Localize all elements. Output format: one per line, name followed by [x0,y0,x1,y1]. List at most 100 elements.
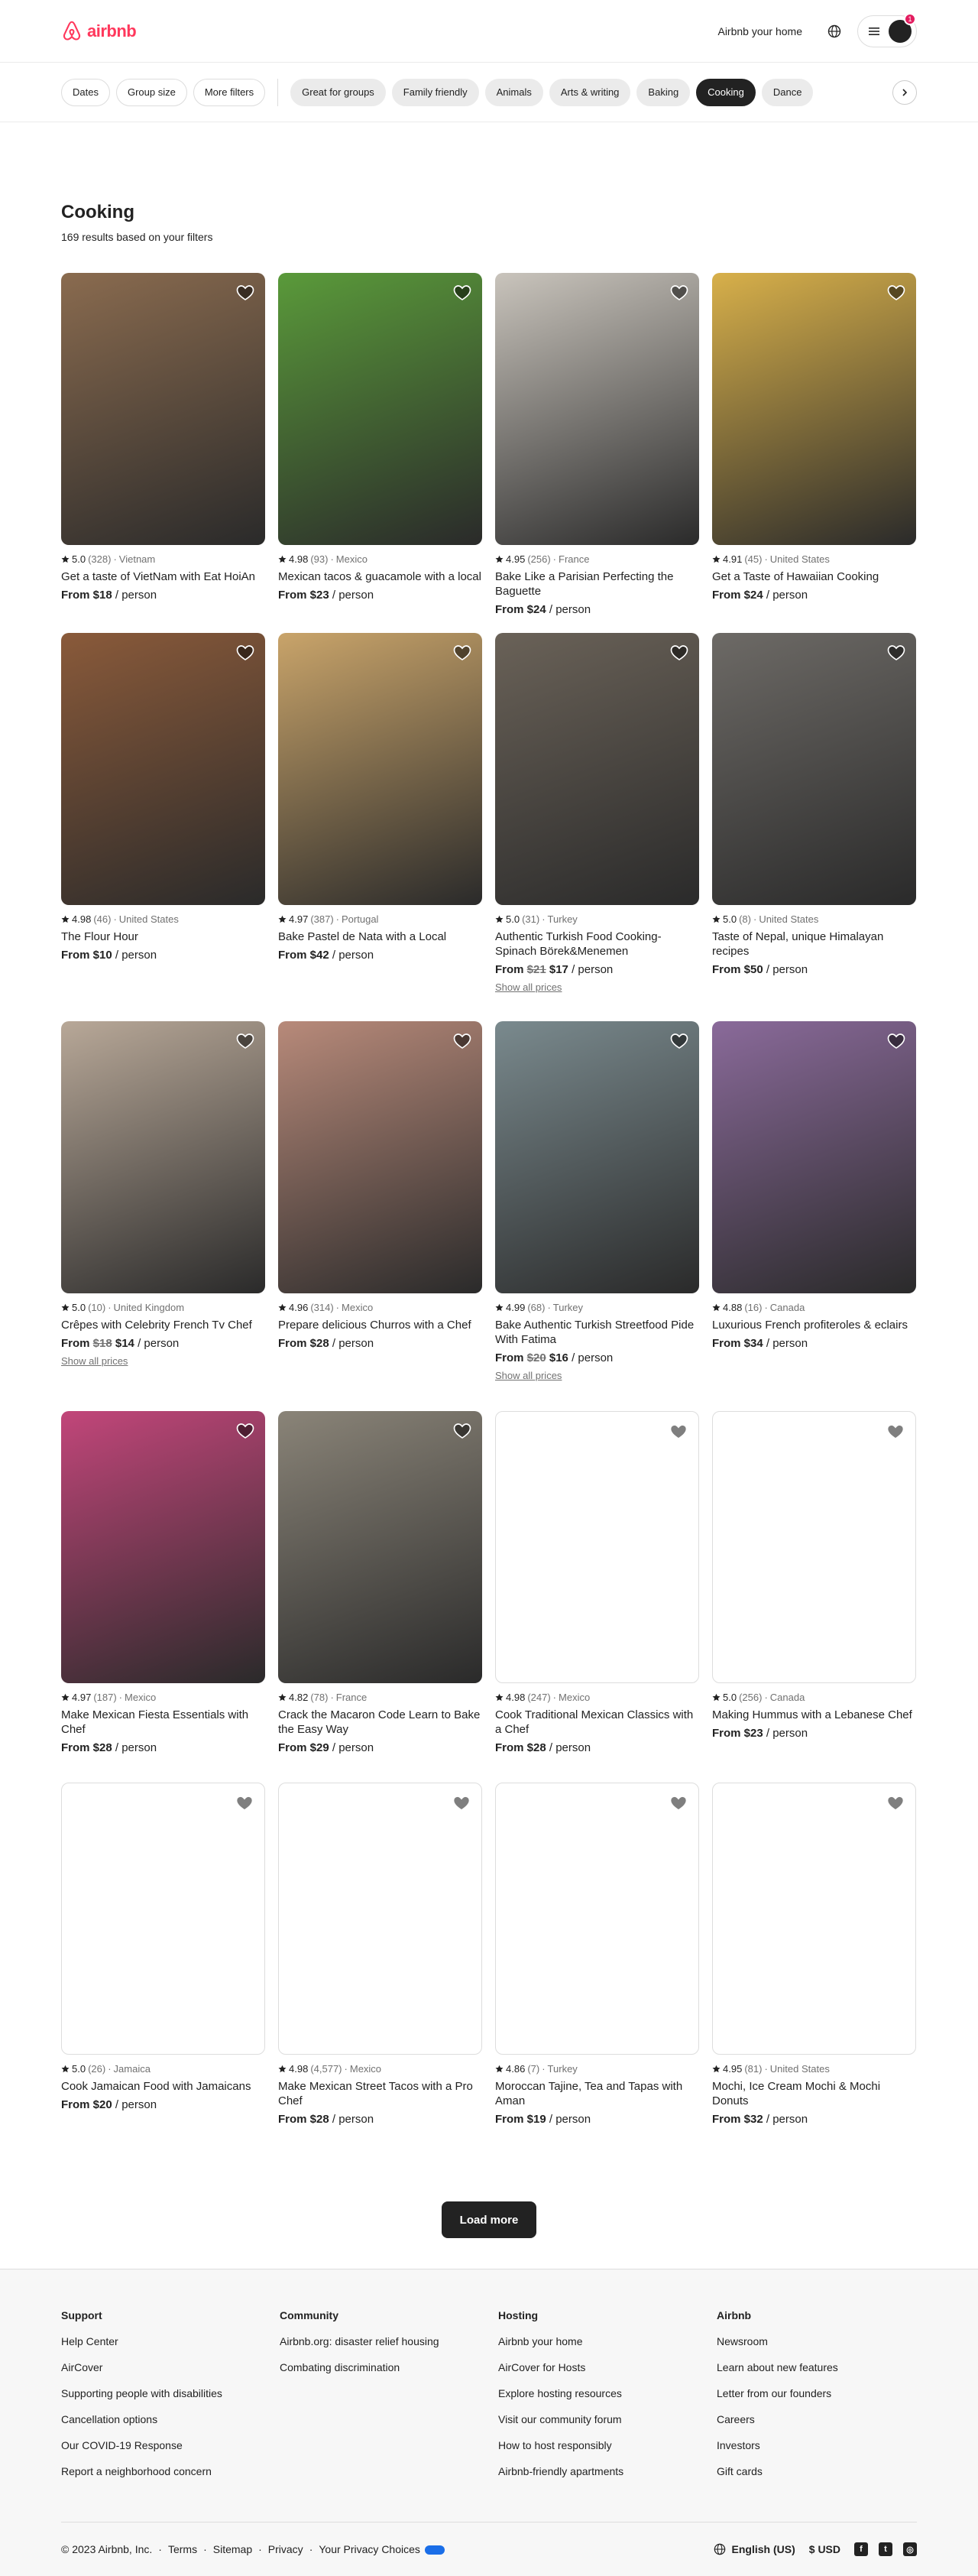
footer-link[interactable]: Airbnb your home [498,2335,698,2347]
terms-link[interactable]: Terms [168,2543,197,2555]
heart-icon[interactable] [670,284,688,302]
listing-photo[interactable] [495,1783,699,2055]
category-family-friendly[interactable]: Family friendly [391,78,479,106]
heart-icon[interactable] [452,1794,471,1812]
listing-card[interactable]: 4.99 (68) · Turkey Bake Authentic Turkis… [495,1021,699,1381]
listing-card[interactable]: 4.86 (7) · Turkey Moroccan Tajine, Tea a… [495,1783,699,2126]
show-all-prices-link[interactable]: Show all prices [495,1370,699,1381]
listing-photo[interactable] [278,273,482,545]
listing-card[interactable]: 4.95 (81) · United States Mochi, Ice Cre… [712,1783,916,2126]
sitemap-link[interactable]: Sitemap [213,2543,252,2555]
listing-card[interactable]: 4.95 (256) · France Bake Like a Parisian… [495,273,699,616]
group-size-filter-button[interactable]: Group size [115,78,187,106]
footer-link[interactable]: Help Center [61,2335,261,2347]
airbnb-logo[interactable]: airbnb [61,20,137,43]
more-filters-button[interactable]: More filters [193,78,266,106]
listing-photo[interactable] [278,633,482,905]
heart-icon[interactable] [887,1032,905,1050]
dates-filter-button[interactable]: Dates [61,78,110,106]
listing-card[interactable]: 5.0 (8) · United States Taste of Nepal, … [712,633,916,993]
footer-link[interactable]: Airbnb-friendly apartments [498,2465,698,2477]
listing-card[interactable]: 4.97 (187) · Mexico Make Mexican Fiesta … [61,1411,265,1754]
instagram-icon[interactable]: ◎ [903,2542,917,2556]
heart-icon[interactable] [453,644,471,662]
footer-link[interactable]: Learn about new features [717,2361,917,2373]
category-arts-writing[interactable]: Arts & writing [549,78,631,106]
show-all-prices-link[interactable]: Show all prices [61,1355,265,1367]
currency-selector[interactable]: $ USD [809,2543,840,2555]
privacy-choices-link[interactable]: Your Privacy Choices [319,2543,445,2555]
airbnb-your-home-link[interactable]: Airbnb your home [708,18,811,45]
footer-link[interactable]: Combating discrimination [280,2361,480,2373]
listing-photo[interactable] [61,1411,265,1683]
listing-photo[interactable] [495,1411,699,1683]
heart-icon[interactable] [236,644,254,662]
facebook-icon[interactable]: f [854,2542,868,2556]
listing-card[interactable]: 4.82 (78) · France Crack the Macaron Cod… [278,1411,482,1754]
listing-photo[interactable] [278,1411,482,1683]
footer-link[interactable]: How to host responsibly [498,2439,698,2451]
listing-card[interactable]: 5.0 (328) · Vietnam Get a taste of VietN… [61,273,265,616]
listing-photo[interactable] [61,1783,265,2055]
footer-link[interactable]: Newsroom [717,2335,917,2347]
listing-card[interactable]: 5.0 (26) · Jamaica Cook Jamaican Food wi… [61,1783,265,2126]
heart-icon[interactable] [887,284,905,302]
category-great-for-groups[interactable]: Great for groups [290,78,386,106]
footer-link[interactable]: Gift cards [717,2465,917,2477]
footer-link[interactable]: Report a neighborhood concern [61,2465,261,2477]
listing-card[interactable]: 5.0 (31) · Turkey Authentic Turkish Food… [495,633,699,993]
footer-link[interactable]: AirCover [61,2361,261,2373]
category-baking[interactable]: Baking [636,78,691,106]
footer-link[interactable]: Explore hosting resources [498,2387,698,2399]
footer-link[interactable]: Cancellation options [61,2413,261,2425]
load-more-button[interactable]: Load more [441,2201,537,2238]
listing-photo[interactable] [495,1021,699,1293]
globe-icon[interactable] [819,16,850,47]
heart-icon[interactable] [886,1794,905,1812]
listing-card[interactable]: 4.91 (45) · United States Get a Taste of… [712,273,916,616]
twitter-icon[interactable]: t [879,2542,892,2556]
heart-icon[interactable] [670,1032,688,1050]
footer-link[interactable]: Airbnb.org: disaster relief housing [280,2335,480,2347]
heart-icon[interactable] [887,644,905,662]
footer-link[interactable]: Visit our community forum [498,2413,698,2425]
language-selector[interactable]: English (US) [714,2543,795,2555]
footer-link[interactable]: Investors [717,2439,917,2451]
privacy-link[interactable]: Privacy [268,2543,303,2555]
footer-link[interactable]: AirCover for Hosts [498,2361,698,2373]
listing-card[interactable]: 4.98 (4,577) · Mexico Make Mexican Stree… [278,1783,482,2126]
category-cooking[interactable]: Cooking [696,78,756,106]
listing-card[interactable]: 5.0 (10) · United Kingdom Crêpes with Ce… [61,1021,265,1381]
heart-icon[interactable] [453,1032,471,1050]
show-all-prices-link[interactable]: Show all prices [495,981,699,993]
listing-photo[interactable] [712,273,916,545]
footer-link[interactable]: Letter from our founders [717,2387,917,2399]
listing-card[interactable]: 4.98 (93) · Mexico Mexican tacos & guaca… [278,273,482,616]
listing-card[interactable]: 4.96 (314) · Mexico Prepare delicious Ch… [278,1021,482,1381]
listing-card[interactable]: 5.0 (256) · Canada Making Hummus with a … [712,1411,916,1754]
listing-card[interactable]: 4.88 (16) · Canada Luxurious French prof… [712,1021,916,1381]
listing-card[interactable]: 4.98 (46) · United States The Flour Hour… [61,633,265,993]
listing-card[interactable]: 4.97 (387) · Portugal Bake Pastel de Nat… [278,633,482,993]
user-menu-button[interactable]: 1 [857,12,917,47]
category-dance[interactable]: Dance [761,78,814,106]
listing-photo[interactable] [61,633,265,905]
heart-icon[interactable] [236,1422,254,1440]
heart-icon[interactable] [453,1422,471,1440]
listing-photo[interactable] [61,273,265,545]
footer-link[interactable]: Our COVID-19 Response [61,2439,261,2451]
footer-link[interactable]: Supporting people with disabilities [61,2387,261,2399]
listing-photo[interactable] [278,1783,482,2055]
listing-photo[interactable] [712,1021,916,1293]
listing-photo[interactable] [278,1021,482,1293]
chevron-right-icon[interactable] [892,80,917,105]
listing-photo[interactable] [61,1021,265,1293]
heart-icon[interactable] [453,284,471,302]
listing-photo[interactable] [495,633,699,905]
listing-card[interactable]: 4.98 (247) · Mexico Cook Traditional Mex… [495,1411,699,1754]
listing-photo[interactable] [712,633,916,905]
heart-icon[interactable] [669,1794,688,1812]
heart-icon[interactable] [235,1794,254,1812]
heart-icon[interactable] [670,644,688,662]
footer-link[interactable]: Careers [717,2413,917,2425]
